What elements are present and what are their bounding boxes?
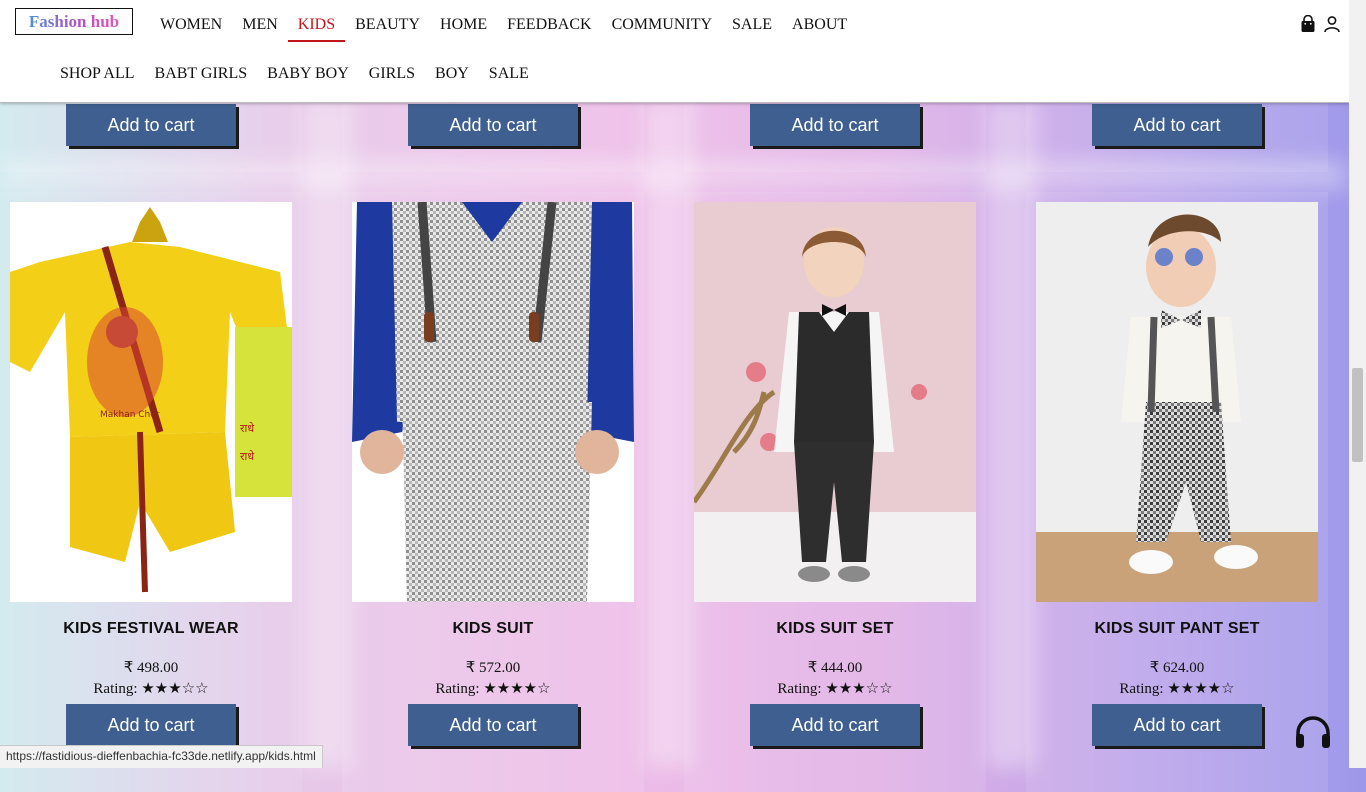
subnav-baby-girls[interactable]: BABT GIRLS [145, 63, 258, 85]
product-rating: Rating: ★★★★☆ [1026, 679, 1328, 698]
nav-women[interactable]: WOMEN [150, 14, 232, 40]
product-price: ₹ 572.00 [465, 660, 521, 676]
user-icon[interactable] [1323, 15, 1341, 33]
add-to-cart-button[interactable]: Add to cart [750, 104, 920, 146]
add-to-cart-button[interactable]: Add to cart [408, 704, 578, 746]
add-to-cart-button[interactable]: Add to cart [66, 704, 236, 746]
subnav-baby-boy[interactable]: BABY BOY [257, 63, 359, 85]
rating-label: Rating: [93, 681, 138, 697]
rating-stars: ★★★★☆ [1167, 681, 1235, 697]
product-rating: Rating: ★★★☆☆ [0, 679, 302, 698]
nav-home[interactable]: HOME [430, 14, 497, 40]
subnav-girls[interactable]: GIRLS [359, 63, 425, 85]
subnav-boy[interactable]: BOY [425, 63, 479, 85]
rating-stars: ★★★☆☆ [141, 681, 209, 697]
subnav-shop-all[interactable]: SHOP ALL [50, 63, 145, 85]
product-card: KIDS SUIT SET ₹ 444.00 Rating: ★★★☆☆ [684, 192, 986, 792]
site-header: Fashion hub WOMEN MEN KIDS BEAUTY HOME F… [0, 0, 1349, 103]
nav-kids[interactable]: KIDS [287, 14, 346, 42]
add-to-cart-button[interactable]: Add to cart [750, 704, 920, 746]
product-name: KIDS SUIT PANT SET [1094, 620, 1260, 637]
nav-sale[interactable]: SALE [722, 14, 782, 40]
add-to-cart-button[interactable]: Add to cart [1092, 704, 1262, 746]
nav-about[interactable]: ABOUT [782, 14, 857, 40]
shopping-bag-icon[interactable] [1299, 15, 1317, 33]
product-image-kids-suit-pant-set[interactable] [1036, 202, 1318, 602]
add-to-cart-button[interactable]: Add to cart [1092, 104, 1262, 146]
product-name: KIDS SUIT [452, 620, 534, 637]
svg-text:Makhan Chor: Makhan Chor [100, 410, 160, 420]
product-card: KIDS SUIT PANT SET ₹ 624.00 Rating: ★★★★… [1026, 192, 1328, 792]
product-rating: Rating: ★★★★☆ [342, 679, 644, 698]
brand-logo[interactable]: Fashion hub [15, 8, 133, 35]
nav-feedback[interactable]: FEEDBACK [497, 14, 601, 40]
product-image-kids-suit[interactable] [352, 202, 634, 602]
product-price: ₹ 444.00 [807, 660, 863, 676]
main-nav: WOMEN MEN KIDS BEAUTY HOME FEEDBACK COMM… [150, 14, 857, 42]
product-card: राधे राधे Makhan Chor KIDS FESTIVAL WEAR… [0, 192, 302, 792]
headset-icon[interactable] [1294, 716, 1332, 750]
nav-community[interactable]: COMMUNITY [602, 14, 722, 40]
rating-label: Rating: [1119, 681, 1164, 697]
nav-men[interactable]: MEN [232, 14, 288, 40]
product-price: ₹ 498.00 [123, 660, 179, 676]
rating-label: Rating: [435, 681, 480, 697]
product-name: KIDS SUIT SET [776, 620, 894, 637]
rating-label: Rating: [777, 681, 822, 697]
product-image-festival-wear[interactable]: राधे राधे Makhan Chor [10, 202, 292, 602]
nav-beauty[interactable]: BEAUTY [345, 14, 430, 40]
rating-stars: ★★★☆☆ [825, 681, 893, 697]
svg-text:राधे: राधे [240, 422, 254, 435]
sub-nav: SHOP ALL BABT GIRLS BABY BOY GIRLS BOY S… [50, 63, 539, 85]
add-to-cart-button[interactable]: Add to cart [408, 104, 578, 146]
scrollbar-thumb[interactable] [1352, 368, 1363, 462]
rating-stars: ★★★★☆ [483, 681, 551, 697]
product-name: KIDS FESTIVAL WEAR [63, 620, 239, 637]
product-card: KIDS SUIT ₹ 572.00 Rating: ★★★★☆ [342, 192, 644, 792]
product-price: ₹ 624.00 [1149, 660, 1205, 676]
add-to-cart-button[interactable]: Add to cart [66, 104, 236, 146]
status-bar-url: https://fastidious-dieffenbachia-fc33de.… [0, 745, 323, 768]
subnav-sale[interactable]: SALE [479, 63, 539, 85]
svg-text:राधे: राधे [240, 450, 254, 463]
product-rating: Rating: ★★★☆☆ [684, 679, 986, 698]
product-image-kids-suit-set[interactable] [694, 202, 976, 602]
